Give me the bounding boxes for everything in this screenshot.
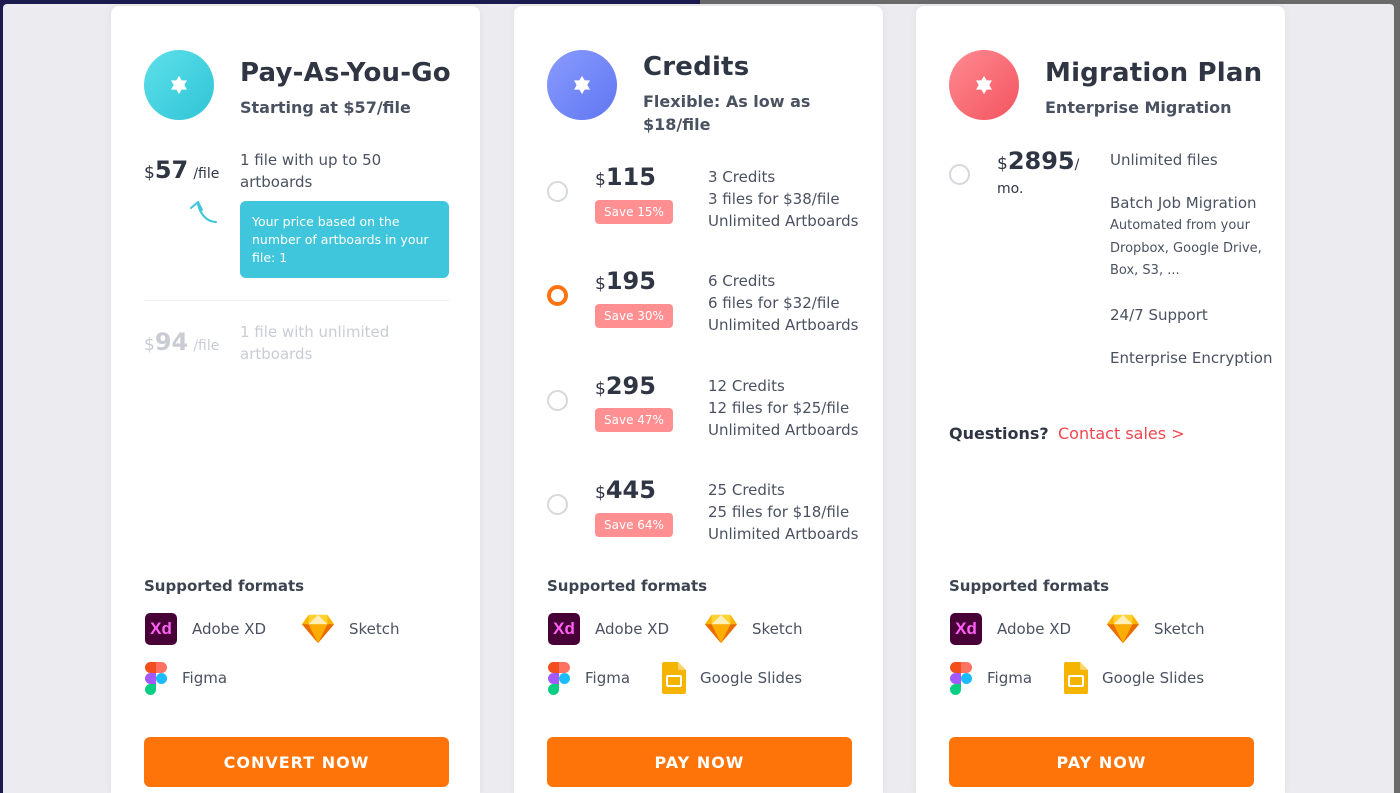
formats-title: Supported formats <box>144 577 305 595</box>
pay-now-button[interactable]: PAY NOW <box>547 737 852 787</box>
tier-price-unlimited: $94 /file <box>144 328 220 356</box>
adobe-xd-icon: Xd <box>145 613 177 645</box>
credit-option-description: 25 Credits 25 files for $18/file Unlimit… <box>708 481 859 543</box>
credit-option-price: $445 <box>595 476 656 504</box>
migration-plan-radio[interactable] <box>949 164 970 185</box>
credit-option-price: $195 <box>595 267 656 295</box>
google-slides-icon <box>1064 662 1088 694</box>
credit-option-description: 3 Credits 3 files for $38/file Unlimited… <box>708 168 859 230</box>
sketch-diamond-icon <box>1106 614 1140 644</box>
divider <box>144 300 449 301</box>
price-tooltip: Your price based on the number of artboa… <box>240 201 449 278</box>
format-figma: Figma <box>949 661 1032 695</box>
figma-icon <box>548 661 570 695</box>
save-badge: Save 64% <box>595 513 673 537</box>
contact-sales-link[interactable]: Contact sales > <box>1058 424 1185 443</box>
plan-badge <box>144 50 214 120</box>
format-google-slides: Google Slides <box>1064 661 1204 695</box>
plan-title: Credits <box>643 52 750 82</box>
feature-unlimited-files: Unlimited files <box>1110 151 1218 169</box>
formats-title: Supported formats <box>547 577 708 595</box>
migration-price: $2895/ <box>997 147 1080 175</box>
credit-option-description: 12 Credits 12 files for $25/file Unlimit… <box>708 377 859 439</box>
tier-description-unlimited: 1 file with unlimited artboards <box>240 323 390 363</box>
save-badge: Save 47% <box>595 408 673 432</box>
credit-option-radio-195[interactable] <box>547 285 568 306</box>
plan-badge <box>547 50 617 120</box>
plan-subtitle: Starting at $57/file <box>240 98 411 117</box>
curved-arrow-up-icon <box>190 201 217 223</box>
figma-icon <box>950 661 972 695</box>
tier-description: 1 file with up to 50 artboards <box>240 151 382 191</box>
format-adobe-xd: Xd Adobe XD <box>949 612 1071 646</box>
credit-option-radio-115[interactable] <box>547 181 568 202</box>
format-sketch: Sketch <box>301 612 400 646</box>
format-google-slides: Google Slides <box>662 661 802 695</box>
plan-title: Migration Plan <box>1045 58 1263 88</box>
plan-badge <box>949 50 1019 120</box>
format-figma: Figma <box>547 661 630 695</box>
credit-option-radio-445[interactable] <box>547 494 568 515</box>
credit-option-price: $115 <box>595 163 656 191</box>
plan-subtitle: Flexible: As low as $18/file <box>643 92 811 134</box>
adobe-xd-icon: Xd <box>950 613 982 645</box>
figma-icon <box>145 661 167 695</box>
adobe-xd-icon: Xd <box>548 613 580 645</box>
plan-card-migration: Migration Plan Enterprise Migration $289… <box>916 6 1285 793</box>
sketch-diamond-icon <box>301 614 335 644</box>
star-icon <box>574 75 590 95</box>
save-badge: Save 30% <box>595 304 673 328</box>
star-icon <box>171 75 187 95</box>
plan-card-pay-as-you-go: Pay-As-You-Go Starting at $57/file $57 /… <box>111 6 480 793</box>
questions-label: Questions? <box>949 424 1049 443</box>
credit-option-description: 6 Credits 6 files for $32/file Unlimited… <box>708 272 859 334</box>
save-badge: Save 15% <box>595 200 673 224</box>
credit-option-price: $295 <box>595 372 656 400</box>
feature-support: 24/7 Support <box>1110 306 1208 324</box>
format-adobe-xd: Xd Adobe XD <box>144 612 266 646</box>
credit-option-radio-295[interactable] <box>547 390 568 411</box>
feature-encryption: Enterprise Encryption <box>1110 349 1273 367</box>
google-slides-icon <box>662 662 686 694</box>
format-adobe-xd: Xd Adobe XD <box>547 612 669 646</box>
star-icon <box>976 75 992 95</box>
format-figma: Figma <box>144 661 227 695</box>
format-sketch: Sketch <box>1106 612 1205 646</box>
convert-now-button[interactable]: CONVERT NOW <box>144 737 449 787</box>
sketch-diamond-icon <box>704 614 738 644</box>
tier-price: $57 /file <box>144 156 220 184</box>
migration-period: mo. <box>997 181 1024 197</box>
pay-now-button[interactable]: PAY NOW <box>949 737 1254 787</box>
feature-batch-job-detail: Automated from your Dropbox, Google Driv… <box>1110 218 1262 278</box>
plan-card-credits: Credits Flexible: As low as $18/file $11… <box>514 6 883 793</box>
plan-subtitle: Enterprise Migration <box>1045 98 1232 117</box>
formats-title: Supported formats <box>949 577 1110 595</box>
feature-batch-job: Batch Job Migration <box>1110 194 1257 212</box>
plan-title: Pay-As-You-Go <box>240 58 451 88</box>
format-sketch: Sketch <box>704 612 803 646</box>
